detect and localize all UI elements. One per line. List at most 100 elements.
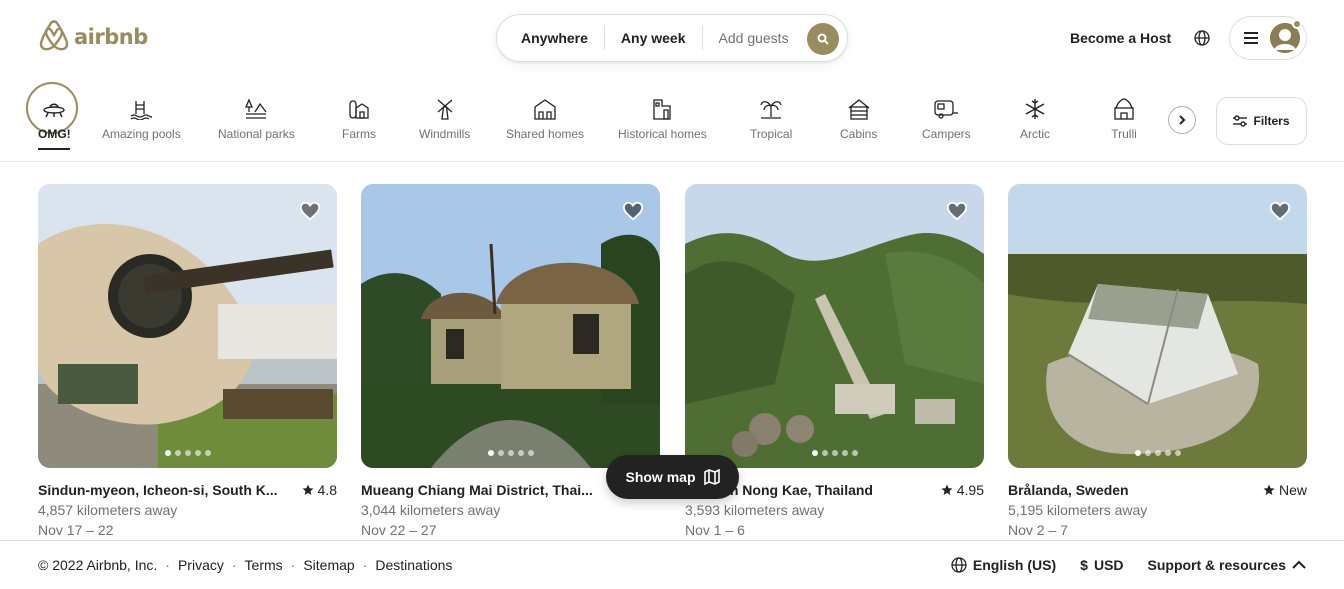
filters-label: Filters xyxy=(1253,114,1290,128)
separator-dot: · xyxy=(290,557,296,573)
language-button[interactable] xyxy=(1188,24,1216,52)
historical-home-icon xyxy=(649,96,675,122)
globe-icon xyxy=(1194,30,1210,46)
category-campers[interactable]: Campers xyxy=(922,96,971,141)
listing-photo[interactable] xyxy=(361,184,660,468)
cabin-icon xyxy=(846,96,872,122)
footer-link-terms[interactable]: Terms xyxy=(245,557,283,573)
heart-icon[interactable] xyxy=(622,200,644,222)
trulli-icon xyxy=(1111,96,1137,122)
listing-card[interactable]: Sindun-myeon, Icheon-si, South K... 4.8 … xyxy=(38,184,337,542)
logo-wordmark: airbnb xyxy=(74,25,148,49)
listing-rating: New xyxy=(1263,482,1307,498)
category-label: Tropical xyxy=(750,127,793,141)
guitar-house-photo xyxy=(38,184,337,468)
airbnb-logo[interactable]: airbnb xyxy=(38,20,148,54)
category-label: Historical homes xyxy=(618,127,707,141)
windmill-icon xyxy=(432,96,458,122)
listing-card[interactable]: Brålanda, Sweden New 5,195 kilometers aw… xyxy=(1008,184,1307,542)
listing-distance: 5,195 kilometers away xyxy=(1008,502,1148,518)
support-resources-button[interactable]: Support & resources xyxy=(1148,557,1306,573)
currency-selector[interactable]: $ USD xyxy=(1080,557,1123,573)
footer-link-privacy[interactable]: Privacy xyxy=(178,557,224,573)
separator-dot: · xyxy=(165,557,170,573)
category-tropical[interactable]: Tropical xyxy=(750,96,792,141)
category-farms[interactable]: Farms xyxy=(342,96,376,141)
show-map-button[interactable]: Show map xyxy=(606,455,739,499)
search-anywhere[interactable]: Anywhere xyxy=(497,26,604,50)
glass-house-photo xyxy=(1008,184,1307,468)
category-arctic[interactable]: Arctic xyxy=(1020,96,1050,141)
pool-icon xyxy=(128,96,154,122)
listing-photo[interactable] xyxy=(685,184,984,468)
category-amazing-pools[interactable]: Amazing pools xyxy=(102,96,181,141)
sliders-icon xyxy=(1233,115,1248,127)
search-bar[interactable]: Anywhere Any week Add guests xyxy=(496,14,848,62)
star-icon xyxy=(1263,484,1275,495)
category-label: Windmills xyxy=(419,127,471,141)
heart-icon[interactable] xyxy=(299,200,321,222)
heart-icon[interactable] xyxy=(946,200,968,222)
listing-title: Sindun-myeon, Icheon-si, South K... xyxy=(38,482,278,498)
category-shared-homes[interactable]: Shared homes xyxy=(506,96,584,141)
footer: © 2022 Airbnb, Inc. · Privacy · Terms · … xyxy=(0,540,1344,589)
listing-photo[interactable] xyxy=(1008,184,1307,468)
separator-dot: · xyxy=(362,557,368,573)
listing-photo[interactable] xyxy=(38,184,337,468)
category-label: Arctic xyxy=(1020,127,1050,141)
support-label: Support & resources xyxy=(1147,557,1286,573)
search-any-week[interactable]: Any week xyxy=(605,26,702,50)
map-icon xyxy=(703,469,720,485)
category-national-parks[interactable]: National parks xyxy=(218,96,295,141)
park-icon xyxy=(243,96,269,122)
separator-dot: · xyxy=(231,557,237,573)
listing-distance: 3,044 kilometers away xyxy=(361,502,501,518)
search-add-guests[interactable]: Add guests xyxy=(703,26,805,50)
category-omg[interactable]: OMG! xyxy=(38,96,71,150)
currency-label: USD xyxy=(1093,557,1124,573)
mushroom-houses-photo xyxy=(361,184,660,468)
star-icon xyxy=(302,484,314,495)
listing-title: Brålanda, Sweden xyxy=(1008,482,1129,498)
copyright-text: © 2022 Airbnb, Inc. xyxy=(38,557,158,573)
shared-home-icon xyxy=(532,96,558,122)
language-label: English (US) xyxy=(972,557,1057,573)
listing-rating: 4.95 xyxy=(941,482,984,498)
listing-dates: Nov 1 – 6 xyxy=(685,522,745,538)
filters-button[interactable]: Filters xyxy=(1216,97,1307,145)
user-menu-button[interactable] xyxy=(1229,16,1307,60)
category-label: National parks xyxy=(218,127,295,141)
snowflake-icon xyxy=(1022,96,1048,122)
listing-title: Mueang Chiang Mai District, Thai... xyxy=(361,482,593,498)
photo-carousel-dots xyxy=(1134,450,1181,456)
chevron-right-icon xyxy=(1179,115,1186,125)
listing-distance: 3,593 kilometers away xyxy=(685,502,825,518)
hillside-village-photo xyxy=(685,184,984,468)
notification-dot xyxy=(1292,19,1302,29)
heart-icon[interactable] xyxy=(1269,200,1291,222)
listing-dates: Nov 17 – 22 xyxy=(38,522,114,538)
search-button[interactable] xyxy=(807,23,839,55)
language-selector[interactable]: English (US) xyxy=(951,557,1056,573)
category-windmills[interactable]: Windmills xyxy=(419,96,470,141)
footer-link-sitemap[interactable]: Sitemap xyxy=(303,557,354,573)
category-label: Trulli xyxy=(1111,127,1137,141)
category-label: Cabins xyxy=(840,127,878,141)
ufo-icon xyxy=(41,96,67,122)
footer-link-destinations[interactable]: Destinations xyxy=(375,557,452,573)
listing-distance: 4,857 kilometers away xyxy=(38,502,178,518)
category-historical-homes[interactable]: Historical homes xyxy=(618,96,707,141)
categories-next-button[interactable] xyxy=(1168,106,1196,134)
globe-icon xyxy=(951,557,967,573)
hamburger-icon xyxy=(1244,32,1258,44)
chevron-up-icon xyxy=(1292,560,1306,569)
category-trulli[interactable]: Trulli xyxy=(1111,96,1137,141)
category-cabins[interactable]: Cabins xyxy=(840,96,877,141)
listing-dates: Nov 2 – 7 xyxy=(1008,522,1068,538)
active-category-underline xyxy=(38,148,71,150)
header: airbnb Anywhere Any week Add guests Beco… xyxy=(0,0,1344,80)
become-host-link[interactable]: Become a Host xyxy=(1058,26,1183,50)
photo-carousel-dots xyxy=(164,450,211,456)
palm-tree-icon xyxy=(758,96,784,122)
camper-icon xyxy=(933,96,959,122)
